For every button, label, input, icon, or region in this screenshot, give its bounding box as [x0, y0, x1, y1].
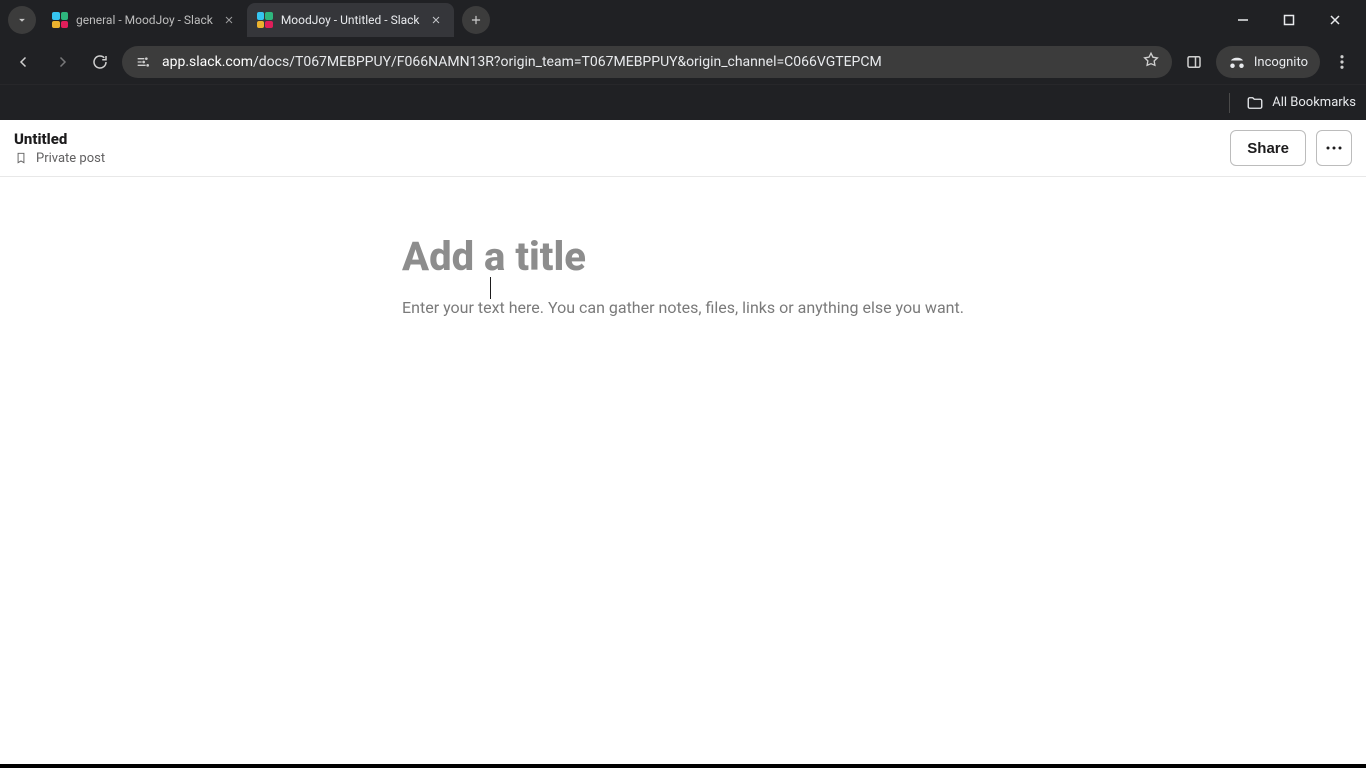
address-url: app.slack.com/docs/T067MEBPPUY/F066NAMN1…	[162, 54, 882, 70]
reload-icon	[91, 53, 109, 71]
new-tab-button[interactable]	[462, 6, 490, 34]
page-content: Untitled Private post Share Add a title …	[0, 120, 1366, 768]
incognito-icon	[1228, 53, 1246, 71]
nav-reload-button[interactable]	[84, 46, 116, 78]
incognito-indicator[interactable]: Incognito	[1216, 46, 1320, 78]
panel-icon	[1185, 53, 1203, 71]
all-bookmarks-label: All Bookmarks	[1272, 95, 1356, 110]
toolbar-right: Incognito	[1178, 46, 1358, 78]
tab-strip: general - MoodJoy - Slack MoodJoy - Unti…	[0, 0, 1366, 40]
maximize-icon	[1283, 14, 1295, 26]
tab-close-button[interactable]	[428, 12, 444, 28]
window-controls	[1220, 0, 1358, 40]
side-panel-button[interactable]	[1178, 46, 1210, 78]
browser-chrome: general - MoodJoy - Slack MoodJoy - Unti…	[0, 0, 1366, 120]
browser-tab-general[interactable]: general - MoodJoy - Slack	[42, 3, 247, 37]
browser-menu-button[interactable]	[1326, 46, 1358, 78]
tab-close-button[interactable]	[221, 12, 237, 28]
nav-forward-button[interactable]	[46, 46, 78, 78]
doc-privacy[interactable]: Private post	[14, 150, 105, 166]
doc-title: Untitled	[14, 130, 105, 148]
title-input[interactable]: Add a title	[402, 233, 964, 280]
divider	[1229, 93, 1230, 113]
address-bar[interactable]: app.slack.com/docs/T067MEBPPUY/F066NAMN1…	[122, 46, 1172, 78]
star-icon	[1142, 51, 1160, 69]
tab-title: MoodJoy - Untitled - Slack	[281, 13, 420, 27]
address-path: /docs/T067MEBPPUY/F066NAMN13R?origin_tea…	[253, 54, 882, 70]
doc-header-right: Share	[1230, 130, 1352, 166]
arrow-left-icon	[15, 53, 33, 71]
window-minimize-button[interactable]	[1220, 0, 1266, 40]
incognito-label: Incognito	[1254, 55, 1308, 70]
address-host: app.slack.com	[162, 54, 253, 70]
window-close-button[interactable]	[1312, 0, 1358, 40]
slack-favicon-icon	[52, 12, 68, 28]
text-caret	[490, 277, 491, 299]
doc-header-left: Untitled Private post	[14, 130, 105, 166]
folder-icon	[1246, 94, 1264, 112]
close-icon	[1329, 14, 1341, 26]
bookmark-icon	[14, 150, 28, 166]
site-info-button[interactable]	[134, 53, 152, 71]
browser-tab-untitled[interactable]: MoodJoy - Untitled - Slack	[247, 3, 454, 37]
bookmarks-bar: All Bookmarks	[0, 84, 1366, 120]
window-maximize-button[interactable]	[1266, 0, 1312, 40]
all-bookmarks-button[interactable]: All Bookmarks	[1246, 94, 1356, 112]
share-button[interactable]: Share	[1230, 130, 1306, 166]
tab-search-button[interactable]	[8, 6, 36, 34]
kebab-icon	[1333, 53, 1351, 71]
minimize-icon	[1237, 14, 1249, 26]
browser-toolbar: app.slack.com/docs/T067MEBPPUY/F066NAMN1…	[0, 40, 1366, 84]
os-taskbar	[0, 764, 1366, 768]
close-icon	[223, 14, 235, 26]
more-actions-button[interactable]	[1316, 130, 1352, 166]
ellipsis-icon	[1325, 145, 1343, 151]
bookmark-star-button[interactable]	[1142, 51, 1160, 73]
body-input[interactable]: Enter your text here. You can gather not…	[402, 298, 964, 317]
chevron-down-icon	[15, 13, 29, 27]
doc-header: Untitled Private post Share	[0, 120, 1366, 177]
editor: Add a title Enter your text here. You ca…	[378, 233, 988, 317]
close-icon	[430, 14, 442, 26]
tab-title: general - MoodJoy - Slack	[76, 13, 213, 27]
tune-icon	[135, 54, 151, 70]
nav-back-button[interactable]	[8, 46, 40, 78]
doc-privacy-label: Private post	[36, 151, 105, 166]
arrow-right-icon	[53, 53, 71, 71]
plus-icon	[469, 13, 483, 27]
slack-favicon-icon	[257, 12, 273, 28]
